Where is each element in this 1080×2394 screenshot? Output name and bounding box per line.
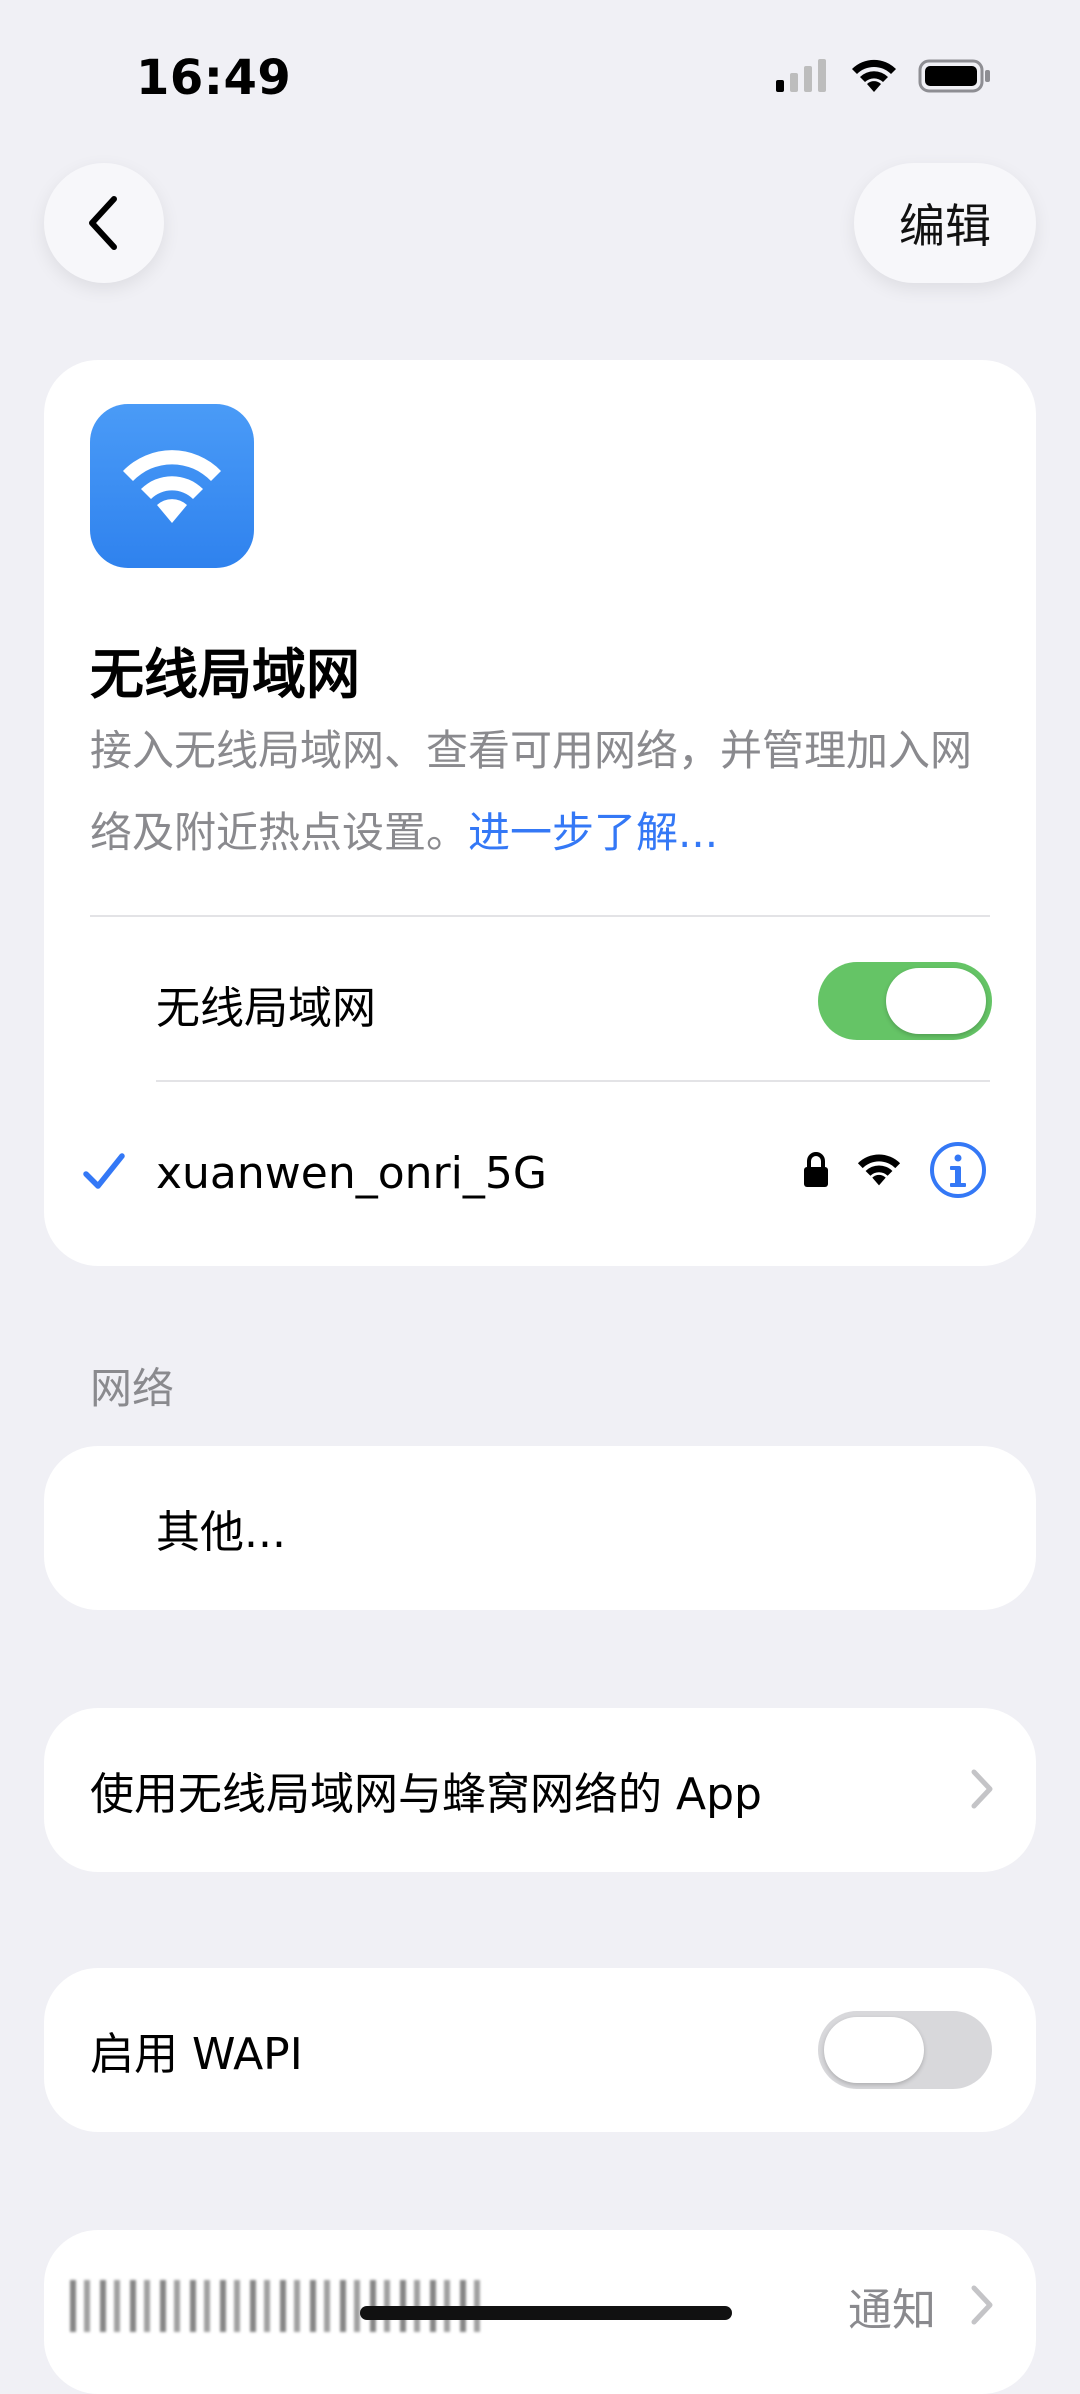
status-time: 16:49 bbox=[136, 50, 292, 106]
wifi-app-icon bbox=[90, 404, 254, 568]
divider bbox=[156, 1080, 990, 1082]
wifi-toggle-label: 无线局域网 bbox=[156, 983, 376, 1034]
toggle-knob bbox=[824, 2017, 924, 2083]
wapi-toggle[interactable] bbox=[818, 2011, 992, 2089]
page-description: 接入无线局域网、查看可用网络，并管理加入网络及附近热点设置。进一步了解... bbox=[90, 710, 990, 874]
wifi-info-card: 无线局域网 接入无线局域网、查看可用网络，并管理加入网络及附近热点设置。进一步了… bbox=[44, 360, 1036, 1266]
toggle-knob bbox=[886, 968, 986, 1034]
other-network-label: 其他... bbox=[156, 1507, 286, 1558]
learn-more-link[interactable]: 进一步了解... bbox=[468, 808, 718, 857]
wapi-label: 启用 WAPI bbox=[90, 2029, 303, 2080]
battery-icon bbox=[918, 59, 990, 93]
network-name: xuanwen_onri_5G bbox=[156, 1148, 547, 1199]
edit-button[interactable]: 编辑 bbox=[854, 163, 1036, 283]
chevron-right-icon bbox=[971, 2285, 993, 2325]
status-icons bbox=[774, 58, 992, 94]
other-network-row[interactable]: 其他... bbox=[44, 1446, 1036, 1610]
status-bar: 16:49 bbox=[0, 0, 1080, 160]
back-button[interactable] bbox=[44, 163, 164, 283]
info-icon[interactable] bbox=[928, 1140, 988, 1200]
notify-value: 通知 bbox=[848, 2285, 936, 2336]
apps-using-wlan-row[interactable]: 使用无线局域网与蜂窝网络的 App bbox=[44, 1708, 1036, 1872]
page-title: 无线局域网 bbox=[90, 643, 360, 706]
checkmark-icon bbox=[83, 1153, 125, 1189]
wifi-signal-icon bbox=[857, 1154, 901, 1186]
apps-using-wlan-label: 使用无线局域网与蜂窝网络的 App bbox=[90, 1769, 762, 1820]
networks-section-header: 网络 bbox=[90, 1364, 175, 1413]
chevron-right-icon bbox=[971, 1769, 993, 1809]
wifi-icon bbox=[123, 450, 221, 523]
wapi-row: 启用 WAPI bbox=[44, 1968, 1036, 2132]
wifi-toggle[interactable] bbox=[818, 962, 992, 1040]
cellular-signal-icon bbox=[776, 59, 826, 92]
chevron-left-icon bbox=[89, 196, 117, 250]
lock-icon bbox=[804, 1152, 828, 1187]
home-indicator[interactable] bbox=[360, 2306, 732, 2320]
wifi-status-icon bbox=[852, 59, 896, 92]
divider bbox=[90, 915, 990, 917]
